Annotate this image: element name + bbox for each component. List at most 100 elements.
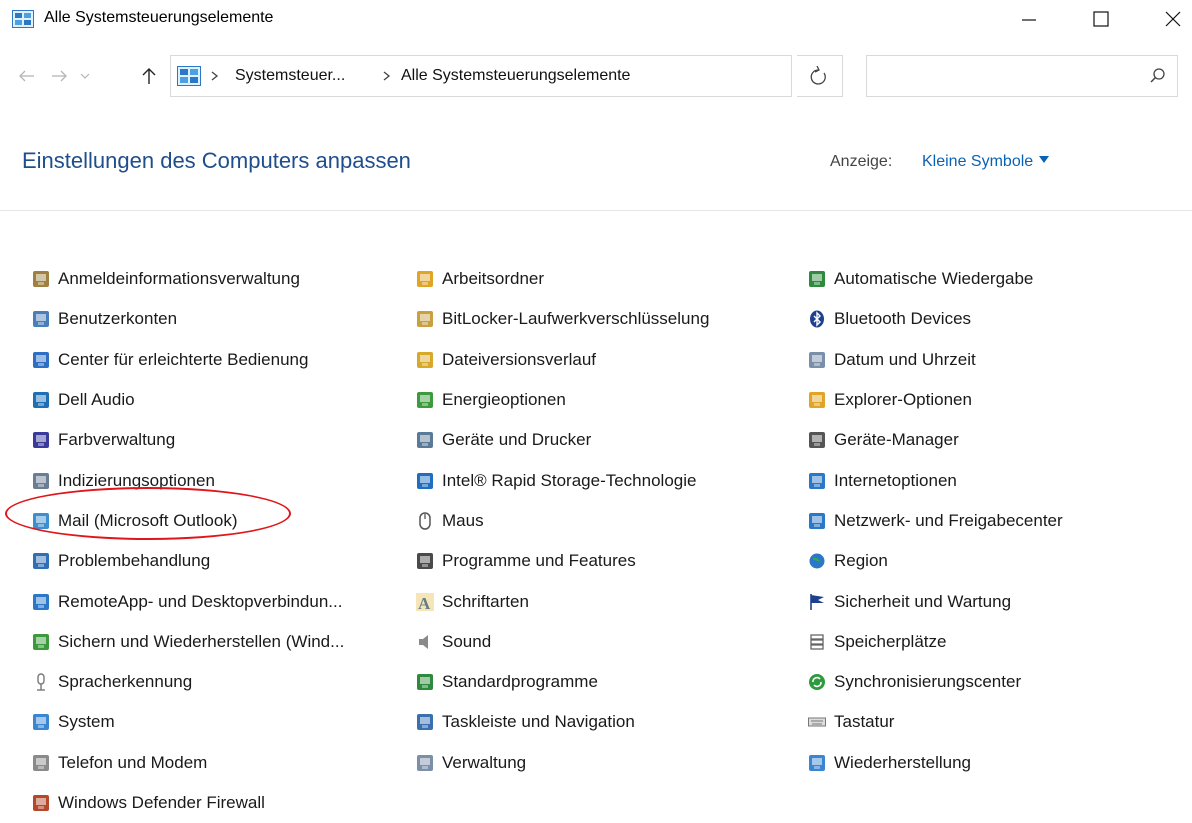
control-panel-item-label[interactable]: Sicherheit und Wartung — [834, 592, 1011, 612]
search-input[interactable] — [867, 56, 1137, 96]
control-panel-item-label[interactable]: Region — [834, 551, 888, 571]
view-mode-select[interactable]: Kleine Symbole — [922, 153, 1050, 171]
control-panel-item-label[interactable]: Verwaltung — [442, 753, 526, 773]
control-panel-item-label[interactable]: Tastatur — [834, 712, 894, 732]
control-panel-item-label[interactable]: Sound — [442, 632, 491, 652]
control-panel-item[interactable]: System — [32, 702, 344, 742]
control-panel-item-label[interactable]: Wiederherstellung — [834, 753, 971, 773]
control-panel-item[interactable]: Telefon und Modem — [32, 743, 344, 783]
control-panel-item-label[interactable]: Schriftarten — [442, 592, 529, 612]
control-panel-item-label[interactable]: Bluetooth Devices — [834, 309, 971, 329]
control-panel-item[interactable]: Tastatur — [808, 702, 1063, 742]
control-panel-item-label[interactable]: Telefon und Modem — [58, 753, 207, 773]
control-panel-item[interactable]: BitLocker-Laufwerkverschlüsselung — [416, 299, 709, 339]
control-panel-item-label[interactable]: Synchronisierungscenter — [834, 672, 1021, 692]
control-panel-item-label[interactable]: Farbverwaltung — [58, 430, 175, 450]
control-panel-item[interactable]: Bluetooth Devices — [808, 299, 1063, 339]
dropdown-arrow-icon[interactable] — [1039, 156, 1050, 164]
control-panel-item[interactable]: Sichern und Wiederherstellen (Wind... — [32, 622, 344, 662]
control-panel-item[interactable]: Explorer-Optionen — [808, 380, 1063, 420]
speech-recognition-icon — [32, 673, 50, 691]
control-panel-item-label[interactable]: Internetoptionen — [834, 471, 957, 491]
control-panel-item-label[interactable]: BitLocker-Laufwerkverschlüsselung — [442, 309, 709, 329]
control-panel-item[interactable]: Sicherheit und Wartung — [808, 581, 1063, 621]
control-panel-item-label[interactable]: Dell Audio — [58, 390, 135, 410]
view-mode-value[interactable]: Kleine Symbole — [922, 153, 1033, 170]
control-panel-item[interactable]: Geräte und Drucker — [416, 420, 709, 460]
breadcrumb-control-panel[interactable]: Systemsteuer... — [235, 67, 345, 85]
breadcrumb-separator-icon[interactable] — [209, 66, 221, 86]
control-panel-item[interactable]: Dell Audio — [32, 380, 344, 420]
control-panel-item-label[interactable]: Taskleiste und Navigation — [442, 712, 635, 732]
control-panel-item-label[interactable]: Arbeitsordner — [442, 269, 544, 289]
control-panel-item-label[interactable]: Center für erleichterte Bedienung — [58, 350, 308, 370]
control-panel-item-label[interactable]: Explorer-Optionen — [834, 390, 972, 410]
control-panel-item[interactable]: Dateiversionsverlauf — [416, 340, 709, 380]
control-panel-item[interactable]: Programme und Features — [416, 541, 709, 581]
control-panel-item[interactable]: Mail (Microsoft Outlook) — [32, 501, 344, 541]
control-panel-item[interactable]: Datum und Uhrzeit — [808, 340, 1063, 380]
control-panel-item[interactable]: Energieoptionen — [416, 380, 709, 420]
control-panel-item[interactable]: Speicherplätze — [808, 622, 1063, 662]
control-panel-item-label[interactable]: Netzwerk- und Freigabecenter — [834, 511, 1063, 531]
control-panel-item[interactable]: RemoteApp- und Desktopverbindun... — [32, 581, 344, 621]
control-panel-item-label[interactable]: RemoteApp- und Desktopverbindun... — [58, 592, 342, 612]
control-panel-item-label[interactable]: Energieoptionen — [442, 390, 566, 410]
close-button[interactable] — [1152, 0, 1192, 40]
control-panel-item[interactable]: Problembehandlung — [32, 541, 344, 581]
control-panel-item-label[interactable]: Geräte-Manager — [834, 430, 959, 450]
control-panel-item[interactable]: Synchronisierungscenter — [808, 662, 1063, 702]
control-panel-item[interactable]: Geräte-Manager — [808, 420, 1063, 460]
back-button[interactable] — [14, 63, 40, 89]
control-panel-item[interactable]: Standardprogramme — [416, 662, 709, 702]
control-panel-item[interactable]: A Schriftarten — [416, 581, 709, 621]
control-panel-item-label[interactable]: Geräte und Drucker — [442, 430, 591, 450]
search-box[interactable] — [866, 55, 1178, 97]
control-panel-item[interactable]: Farbverwaltung — [32, 420, 344, 460]
control-panel-item-label[interactable]: Programme und Features — [442, 551, 636, 571]
control-panel-item-label[interactable]: Sichern und Wiederherstellen (Wind... — [58, 632, 344, 652]
breadcrumb-separator-icon[interactable] — [381, 66, 393, 86]
control-panel-item-label[interactable]: Standardprogramme — [442, 672, 598, 692]
recent-locations-chevron-icon[interactable] — [76, 63, 94, 89]
search-icon[interactable] — [1149, 67, 1167, 85]
control-panel-item[interactable]: Maus — [416, 501, 709, 541]
control-panel-item-label[interactable]: Maus — [442, 511, 484, 531]
control-panel-item[interactable]: Arbeitsordner — [416, 259, 709, 299]
control-panel-item[interactable]: Indizierungsoptionen — [32, 460, 344, 500]
control-panel-item-label[interactable]: Dateiversionsverlauf — [442, 350, 596, 370]
control-panel-item[interactable]: Netzwerk- und Freigabecenter — [808, 501, 1063, 541]
refresh-button[interactable] — [797, 55, 843, 97]
control-panel-item[interactable]: Anmeldeinformationsverwaltung — [32, 259, 344, 299]
control-panel-item-label[interactable]: Windows Defender Firewall — [58, 793, 265, 813]
address-bar[interactable]: Systemsteuer... Alle Systemsteuerungsele… — [170, 55, 942, 97]
control-panel-item-label[interactable]: Indizierungsoptionen — [58, 471, 215, 491]
control-panel-item-label[interactable]: Datum und Uhrzeit — [834, 350, 976, 370]
control-panel-item-label[interactable]: Intel® Rapid Storage-Technologie — [442, 471, 696, 491]
control-panel-item-label[interactable]: Benutzerkonten — [58, 309, 177, 329]
control-panel-item-label[interactable]: Automatische Wiedergabe — [834, 269, 1033, 289]
control-panel-item[interactable]: Spracherkennung — [32, 662, 344, 702]
up-button[interactable] — [136, 63, 162, 89]
control-panel-item[interactable]: Benutzerkonten — [32, 299, 344, 339]
control-panel-item[interactable]: Windows Defender Firewall — [32, 783, 344, 823]
control-panel-item-label[interactable]: Problembehandlung — [58, 551, 210, 571]
control-panel-item[interactable]: Internetoptionen — [808, 460, 1063, 500]
control-panel-item[interactable]: Sound — [416, 622, 709, 662]
forward-button[interactable] — [46, 63, 72, 89]
control-panel-item-label[interactable]: Mail (Microsoft Outlook) — [58, 511, 237, 531]
control-panel-item[interactable]: Wiederherstellung — [808, 743, 1063, 783]
minimize-button[interactable] — [1008, 0, 1048, 40]
control-panel-item-label[interactable]: Anmeldeinformationsverwaltung — [58, 269, 300, 289]
breadcrumb-all-items[interactable]: Alle Systemsteuerungselemente — [401, 67, 630, 85]
control-panel-item-label[interactable]: Spracherkennung — [58, 672, 192, 692]
control-panel-item[interactable]: Verwaltung — [416, 743, 709, 783]
control-panel-item[interactable]: Taskleiste und Navigation — [416, 702, 709, 742]
control-panel-item-label[interactable]: Speicherplätze — [834, 632, 946, 652]
control-panel-item[interactable]: Region — [808, 541, 1063, 581]
control-panel-item[interactable]: Intel® Rapid Storage-Technologie — [416, 460, 709, 500]
control-panel-item[interactable]: Automatische Wiedergabe — [808, 259, 1063, 299]
control-panel-item[interactable]: Center für erleichterte Bedienung — [32, 340, 344, 380]
control-panel-item-label[interactable]: System — [58, 712, 115, 732]
maximize-button[interactable] — [1080, 0, 1120, 40]
